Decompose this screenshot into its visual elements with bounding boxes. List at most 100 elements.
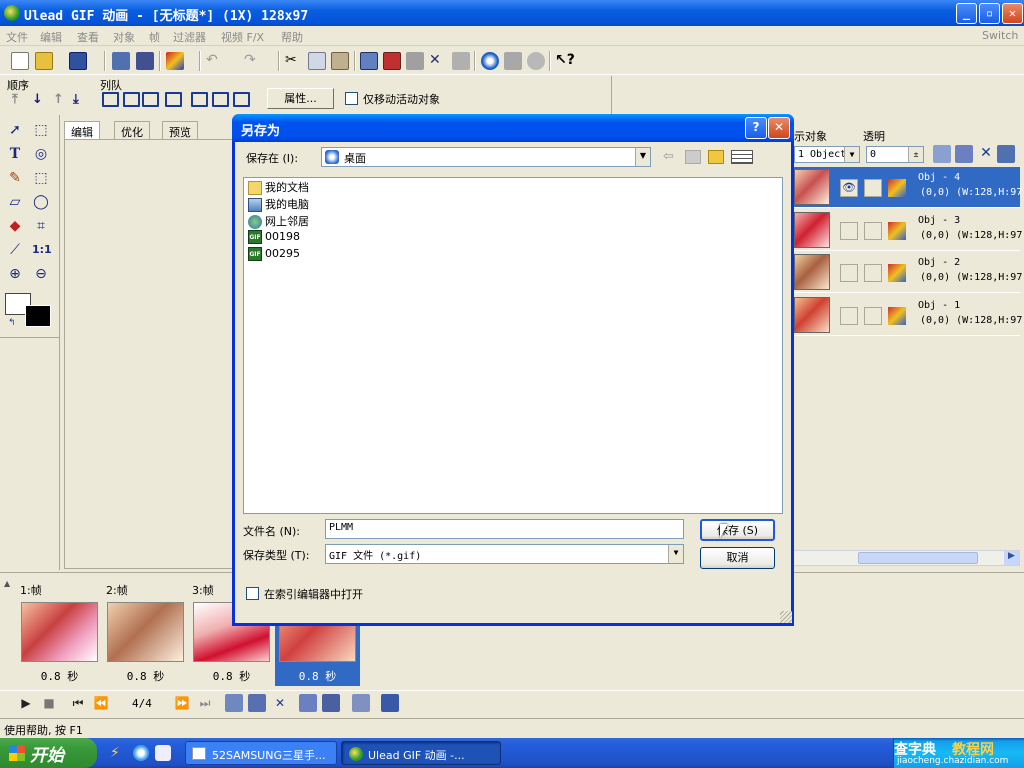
object-properties-icon[interactable]	[997, 145, 1015, 163]
lock-toggle[interactable]	[864, 179, 882, 197]
cut-icon[interactable]: ✂	[285, 52, 303, 70]
open-in-index-editor-checkbox[interactable]	[246, 587, 259, 600]
align-top-icon[interactable]	[165, 92, 182, 107]
chevron-down-icon[interactable]: ▼	[635, 148, 650, 166]
visibility-eye-icon[interactable]	[840, 264, 858, 282]
transparency-spinner[interactable]: 0 ±	[866, 146, 924, 163]
redo-icon[interactable]: ↷	[244, 52, 262, 70]
taskbar-item-ulead[interactable]: Ulead GIF 动画 -...	[341, 741, 501, 765]
collapse-triangle-icon[interactable]: ▲	[4, 579, 10, 588]
lock-toggle[interactable]	[864, 264, 882, 282]
import-icon[interactable]	[112, 52, 130, 70]
frame-delete-icon[interactable]	[383, 52, 401, 70]
zoom-out-tool-icon[interactable]: ⊖	[32, 265, 50, 283]
object-color-icon[interactable]	[888, 307, 906, 325]
menu-filter[interactable]: 过滤器	[173, 29, 206, 45]
last-frame-icon[interactable]: ⏭	[197, 696, 213, 711]
taskbar-item-samsung[interactable]: 52SAMSUNG三星手...	[185, 741, 337, 765]
align-left-icon[interactable]	[102, 92, 119, 107]
previous-frame-icon[interactable]: ⏪	[93, 696, 109, 710]
frame-sort-icon[interactable]	[381, 694, 399, 712]
align-middle-icon[interactable]	[191, 92, 208, 107]
tab-optimize[interactable]: 优化	[114, 121, 150, 140]
file-list[interactable]: 我的文档 我的电脑 网上邻居 GIF 00198 GIF 00295	[243, 177, 783, 514]
dialog-help-button[interactable]: ?	[745, 117, 767, 139]
menu-view[interactable]: 查看	[77, 29, 99, 45]
align-canvas-icon[interactable]	[233, 92, 250, 107]
move-active-only-checkbox[interactable]	[345, 92, 358, 105]
open-folder-icon[interactable]	[35, 52, 53, 70]
file-list-item[interactable]: 网上邻居	[248, 213, 309, 230]
frame-thumbnail-item[interactable]: 2:帧 0.8 秒	[103, 578, 188, 686]
lock-toggle[interactable]	[864, 222, 882, 240]
pick-tool-icon[interactable]: ➚	[6, 121, 24, 139]
scroll-right-icon[interactable]: ▶	[1004, 551, 1019, 565]
duplicate-frame-icon[interactable]	[248, 694, 266, 712]
object-panel-scrollbar[interactable]: ▶	[792, 550, 1020, 566]
resize-grip-icon[interactable]	[780, 611, 792, 623]
reverse-frames-icon[interactable]	[322, 694, 340, 712]
object-color-icon[interactable]	[888, 179, 906, 197]
object-delete-icon[interactable]: ✕	[977, 145, 995, 163]
object-filter-select[interactable]: 1 Object: ▼	[794, 146, 860, 163]
align-right-icon[interactable]	[142, 92, 159, 107]
foreground-color-swatch[interactable]	[25, 305, 51, 327]
save-in-select[interactable]: 桌面 ▼	[321, 147, 651, 167]
tab-edit[interactable]: 编辑	[64, 121, 100, 140]
wizard-icon[interactable]	[527, 52, 545, 70]
menu-frame[interactable]: 帧	[149, 29, 160, 45]
file-list-item[interactable]: 我的电脑	[248, 196, 309, 213]
menu-object[interactable]: 对象	[113, 29, 135, 45]
title-bar[interactable]: Ulead GIF 动画 - [无标题*] (1X) 128x97 _ ▫ ✕	[0, 0, 1024, 26]
chevron-down-icon[interactable]: ▼	[668, 545, 683, 563]
play-icon[interactable]: ▶	[18, 696, 34, 710]
undo-icon[interactable]: ↶	[206, 52, 224, 70]
menu-video-fx[interactable]: 视频 F/X	[221, 29, 264, 45]
chevron-down-icon[interactable]: ▼	[844, 147, 859, 162]
visibility-eye-icon[interactable]	[840, 222, 858, 240]
scroll-thumb[interactable]	[858, 552, 978, 564]
filetype-select[interactable]: GIF 文件 (*.gif) ▼	[325, 544, 684, 564]
paste-icon[interactable]	[331, 52, 349, 70]
send-to-back-icon[interactable]: ⤓	[73, 92, 79, 107]
visibility-eye-icon[interactable]: 👁	[840, 179, 858, 197]
magic-wand-tool-icon[interactable]: ⬚	[32, 169, 50, 187]
frame-add-icon[interactable]	[360, 52, 378, 70]
minimize-button[interactable]: _	[956, 3, 977, 24]
optimize-icon[interactable]	[452, 52, 470, 70]
view-menu-icon[interactable]	[731, 150, 753, 164]
paintbrush-tool-icon[interactable]: ✎	[6, 169, 24, 187]
properties-button[interactable]: 属性...	[267, 88, 334, 109]
frame-properties-icon[interactable]	[352, 694, 370, 712]
crop-tool-icon[interactable]: ⌗	[32, 217, 50, 235]
start-button[interactable]: 开始	[0, 738, 97, 768]
tools-icon[interactable]: ✕	[429, 52, 447, 70]
object-new-icon[interactable]	[933, 145, 951, 163]
align-bottom-icon[interactable]	[212, 92, 229, 107]
eyedropper-tool-icon[interactable]: ⟋	[6, 241, 24, 259]
object-row[interactable]: Obj - 2 (0,0) (W:128,H:97)	[792, 252, 1024, 293]
zoom-in-tool-icon[interactable]: ⊕	[6, 265, 24, 283]
save-button[interactable]: 保存 (S)	[700, 519, 775, 541]
object-row[interactable]: Obj - 1 (0,0) (W:128,H:97)	[792, 295, 1024, 336]
object-duplicate-icon[interactable]	[955, 145, 973, 163]
stop-icon[interactable]: ■	[41, 696, 57, 710]
add-frame-icon[interactable]	[225, 694, 243, 712]
align-center-icon[interactable]	[123, 92, 140, 107]
browser-icon[interactable]	[481, 52, 499, 70]
marquee-tool-icon[interactable]: ⬚	[32, 121, 50, 139]
file-list-item[interactable]: GIF 00198	[248, 230, 300, 247]
save-disk-icon[interactable]	[69, 52, 87, 70]
object-row[interactable]: Obj - 3 (0,0) (W:128,H:97)	[792, 210, 1024, 251]
app-icon[interactable]	[4, 5, 20, 21]
eraser-tool-icon[interactable]: ▱	[6, 193, 24, 211]
visibility-eye-icon[interactable]	[840, 307, 858, 325]
swap-colors-icon[interactable]: ↰	[8, 318, 16, 328]
menu-file[interactable]: 文件	[6, 29, 28, 45]
spinner-arrows-icon[interactable]: ±	[908, 147, 923, 162]
menu-edit[interactable]: 编辑	[40, 29, 62, 45]
bring-forward-icon[interactable]: ↓	[32, 92, 43, 107]
quicklaunch-ie-icon[interactable]	[133, 745, 149, 761]
text-tool-icon[interactable]: T	[6, 145, 24, 163]
bring-to-front-icon[interactable]: ⤒	[12, 92, 18, 107]
